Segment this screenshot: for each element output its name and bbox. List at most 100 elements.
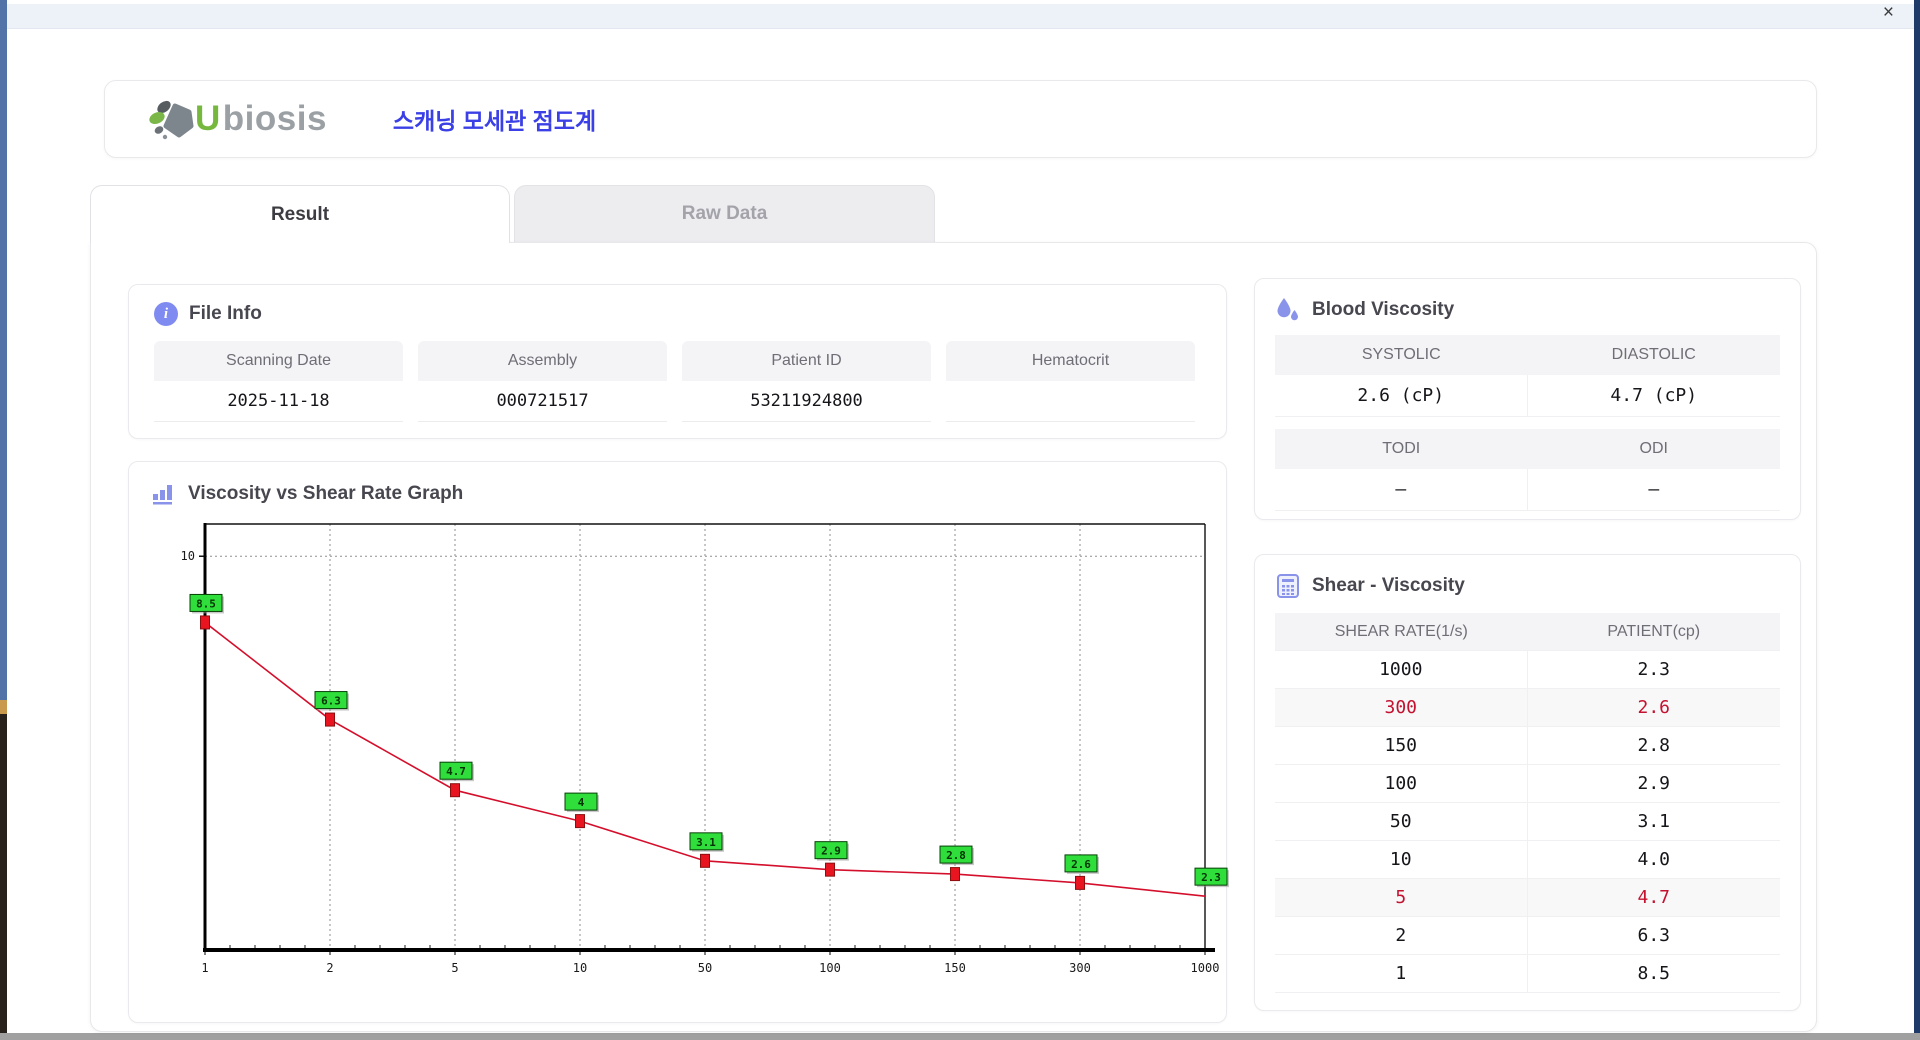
data-point-marker: [325, 712, 335, 727]
desktop-edge-left: [0, 0, 7, 700]
file-info-title: File Info: [189, 303, 262, 324]
data-point-label: 8.5: [196, 597, 216, 610]
cell-patient: 2.9: [1527, 765, 1780, 803]
x-axis-tick-label: 150: [944, 961, 966, 975]
graph-title: Viscosity vs Shear Rate Graph: [188, 483, 464, 504]
data-point-marker: [950, 867, 960, 882]
data-point-label: 2.8: [946, 849, 966, 862]
data-point-marker: [450, 783, 460, 798]
graph-title-row: Viscosity vs Shear Rate Graph: [151, 482, 1226, 506]
blood-viscosity-panel: Blood Viscosity SYSTOLIC DIASTOLIC 2.6 (…: [1254, 278, 1801, 520]
field-label: Scanning Date: [154, 341, 403, 381]
x-axis-tick-label: 1000: [1191, 961, 1220, 975]
todi-header: TODI: [1275, 429, 1528, 469]
table-row: 300 2.6: [1275, 689, 1780, 727]
viscosity-graph-panel: Viscosity vs Shear Rate Graph 10 1 2 5 10 50 1…: [128, 461, 1229, 1023]
table-row: 100 2.9: [1275, 765, 1780, 803]
x-axis-tick-label: 2: [326, 961, 333, 975]
field-label: Assembly: [418, 341, 667, 381]
field-patient-id: Patient ID 53211924800: [682, 341, 931, 422]
cell-patient: 2.8: [1527, 727, 1780, 765]
column-header-patient: PATIENT(cp): [1527, 613, 1780, 651]
x-axis-tick-label: 5: [451, 961, 458, 975]
x-axis-tick-label: 1: [201, 961, 208, 975]
table-row: 150 2.8: [1275, 727, 1780, 765]
x-axis-tick-label: 300: [1069, 961, 1091, 975]
data-point-label: 4: [578, 796, 585, 809]
bar-chart-icon: [151, 482, 177, 506]
field-hematocrit: Hematocrit: [946, 341, 1195, 422]
result-tab-content: i File Info Scanning Date 2025-11-18 Ass…: [90, 242, 1817, 1032]
data-point-marker: [200, 615, 210, 630]
todi-odi-group: TODI ODI – –: [1275, 429, 1780, 511]
cell-patient: 6.3: [1527, 917, 1780, 955]
data-point-label: 2.6: [1071, 858, 1091, 871]
blood-viscosity-title-row: Blood Viscosity: [1275, 297, 1800, 323]
brand-rest: biosis: [222, 99, 327, 138]
odi-header: ODI: [1527, 429, 1780, 469]
column-header-shear-rate: SHEAR RATE(1/s): [1275, 613, 1528, 651]
shear-viscosity-title: Shear - Viscosity: [1312, 575, 1465, 596]
y-axis-tick-label: 10: [181, 549, 195, 563]
cell-shear-rate: 100: [1275, 765, 1528, 803]
app-title-korean: 스캐닝 모세관 점도계: [392, 108, 597, 134]
data-point-marker: [700, 853, 710, 868]
diastolic-header: DIASTOLIC: [1527, 335, 1780, 375]
table-row: 10 4.0: [1275, 841, 1780, 879]
shear-viscosity-table: SHEAR RATE(1/s) PATIENT(cp) 1000 2.3 300 2.…: [1275, 613, 1780, 993]
table-body: 1000 2.3 300 2.6 150 2.8 100 2.9 50 3.1 10 4.0 5 4.7 2…: [1275, 651, 1780, 993]
cell-shear-rate: 1000: [1275, 651, 1528, 689]
data-point-label: 6.3: [321, 695, 341, 708]
desktop-edge-right: [1914, 0, 1920, 1033]
todi-value: –: [1275, 469, 1528, 511]
diastolic-value: 4.7 (cP): [1527, 375, 1780, 417]
cell-shear-rate: 10: [1275, 841, 1528, 879]
brand-wordmark: Ubiosis: [195, 99, 327, 139]
field-label: Hematocrit: [946, 341, 1195, 381]
cell-shear-rate: 5: [1275, 879, 1528, 917]
data-point-label: 3.1: [696, 836, 716, 849]
table-row: 2 6.3: [1275, 917, 1780, 955]
taskbar-edge: [0, 1033, 1920, 1040]
table-row: 1000 2.3: [1275, 651, 1780, 689]
cell-patient: 4.7: [1527, 879, 1780, 917]
field-scanning-date: Scanning Date 2025-11-18: [154, 341, 403, 422]
cell-patient: 4.0: [1527, 841, 1780, 879]
window-close-button[interactable]: ×: [1883, 3, 1894, 23]
table-row: 5 4.7: [1275, 879, 1780, 917]
odi-value: –: [1527, 469, 1780, 511]
cell-patient: 8.5: [1527, 955, 1780, 993]
systolic-diastolic-group: SYSTOLIC DIASTOLIC 2.6 (cP) 4.7 (cP): [1275, 335, 1780, 417]
ubiosis-logo-icon: [149, 97, 195, 141]
field-value: 000721517: [418, 381, 667, 422]
x-axis-tick-label: 50: [698, 961, 712, 975]
cell-shear-rate: 50: [1275, 803, 1528, 841]
app-window: × Ubiosis 스캐닝 모세관 점도계 Result Raw Data i: [0, 0, 1920, 1040]
desktop-edge-left-accent: [0, 700, 7, 714]
tab-result[interactable]: Result: [90, 185, 510, 243]
cell-patient: 2.3: [1527, 651, 1780, 689]
cell-shear-rate: 2: [1275, 917, 1528, 955]
file-info-title-row: i File Info: [154, 302, 1226, 326]
data-point-marker: [575, 814, 585, 829]
field-label: Patient ID: [682, 341, 931, 381]
data-point-label: 4.7: [446, 765, 466, 778]
cell-patient: 2.6: [1527, 689, 1780, 727]
tab-raw-data[interactable]: Raw Data: [514, 185, 935, 242]
file-info-panel: i File Info Scanning Date 2025-11-18 Ass…: [128, 284, 1227, 439]
blood-drops-icon: [1275, 297, 1301, 323]
shear-viscosity-panel: Shear - Viscosity SHEAR RATE(1/s) PATIEN…: [1254, 554, 1801, 1011]
window-titlebar: [0, 4, 1920, 29]
info-icon: i: [154, 302, 178, 326]
table-row: 1 8.5: [1275, 955, 1780, 993]
shear-viscosity-title-row: Shear - Viscosity: [1275, 573, 1800, 599]
field-value: 53211924800: [682, 381, 931, 422]
brand-initial: U: [195, 99, 221, 138]
table-header-row: SHEAR RATE(1/s) PATIENT(cp): [1275, 613, 1780, 651]
header: Ubiosis 스캐닝 모세관 점도계: [104, 80, 1817, 158]
table-row: 50 3.1: [1275, 803, 1780, 841]
data-point-marker: [825, 862, 835, 877]
x-axis-tick-label: 10: [573, 961, 587, 975]
field-assembly: Assembly 000721517: [418, 341, 667, 422]
viscosity-chart: 10 1 2 5 10 50 100 150 300 1000 8.5 6.3 4.7 4 3.1 2.9 2.…: [181, 523, 1229, 975]
